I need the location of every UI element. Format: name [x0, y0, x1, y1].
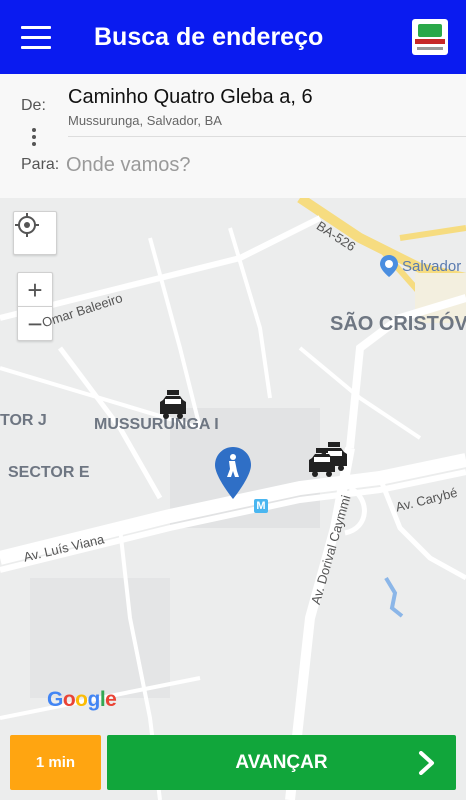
company-logo — [412, 19, 448, 55]
google-logo: Google — [47, 688, 117, 711]
map-label-sector-e: SECTOR E — [8, 464, 90, 481]
page-title: Busca de endereço — [94, 22, 324, 51]
chevron-right-icon — [419, 751, 434, 775]
divider — [68, 136, 466, 137]
plus-icon: + — [27, 274, 43, 305]
hamburger-menu-icon — [21, 25, 51, 29]
map-label-mussurunga: MUSSURUNGA I — [94, 416, 219, 433]
eta-button[interactable]: 1 min — [10, 735, 101, 790]
destination-input[interactable] — [66, 150, 446, 180]
from-label: De: — [21, 97, 46, 114]
origin-address-detail: Mussurunga, Salvador, BA — [68, 113, 222, 128]
to-label: Para: — [21, 156, 60, 173]
locate-button[interactable] — [13, 211, 57, 255]
zoom-in-button[interactable]: + — [17, 272, 53, 306]
next-button-label: AVANÇAR — [235, 751, 328, 773]
metro-icon: M — [254, 499, 268, 513]
map-label-sao-cristovao: SÃO CRISTÓV — [330, 313, 466, 335]
map-label-salvador: Salvador — [402, 258, 462, 275]
map-label-sector-j: TOR J — [0, 412, 47, 429]
address-panel: De: Para: Caminho Quatro Gleba a, 6 Muss… — [0, 74, 466, 198]
next-button[interactable]: AVANÇAR — [107, 735, 456, 790]
origin-address[interactable]: Caminho Quatro Gleba a, 6 — [68, 86, 313, 109]
app-bar: Busca de endereço — [0, 0, 466, 74]
map-view[interactable]: + − MUSSURUNGA I SECTOR E TOR J SÃO CRIS… — [0, 198, 466, 800]
crosshair-locate-icon — [15, 213, 39, 237]
menu-button[interactable] — [0, 0, 72, 74]
minus-icon: − — [27, 308, 43, 339]
route-dots-icon — [32, 128, 36, 149]
